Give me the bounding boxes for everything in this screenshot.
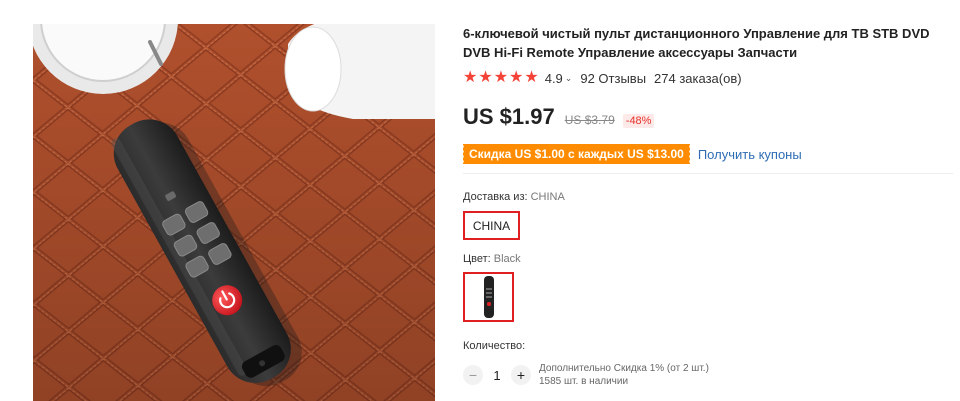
color-label-text: Цвет: xyxy=(463,253,491,265)
current-price: US $1.97 xyxy=(463,104,555,129)
product-title: 6-ключевой чистый пульт дистанционного У… xyxy=(463,26,930,60)
star-icon: ★ xyxy=(509,69,524,86)
shipping-label-value: CHINA xyxy=(530,191,565,203)
star-icon: ★ xyxy=(463,69,478,86)
discount-badge: -48% xyxy=(622,114,655,128)
star-icon: ★ xyxy=(524,69,539,86)
product-image[interactable] xyxy=(33,24,435,401)
white-cylinder-decoration xyxy=(284,24,435,119)
rating-row: ★ ★ ★ ★ ★ 4.9 ⌄ 92 Отзывы 274 заказа(ов) xyxy=(463,70,953,86)
star-icon: ★ xyxy=(478,69,493,86)
ship-from-option-china[interactable]: CHINA xyxy=(463,211,520,240)
bulk-discount-note: Дополнительно Скидка 1% (от 2 шт.) xyxy=(539,363,709,374)
quantity-info: Дополнительно Скидка 1% (от 2 шт.) 1585 … xyxy=(539,362,709,388)
chevron-down-icon[interactable]: ⌄ xyxy=(565,73,573,84)
coupon-row: Скидка US $1.00 с каждых US $13.00 Получ… xyxy=(462,144,953,164)
product-photo-svg xyxy=(33,24,435,401)
color-label-value: Black xyxy=(493,253,521,265)
rating-stars[interactable]: ★ ★ ★ ★ ★ xyxy=(463,70,539,86)
reviews-link[interactable]: 92 Отзывы xyxy=(580,71,646,86)
quantity-value[interactable]: 1 xyxy=(483,368,511,383)
quantity-increase-button[interactable]: + xyxy=(511,365,531,385)
remote-thumbnail-icon xyxy=(483,276,494,318)
rating-value[interactable]: 4.9 xyxy=(545,71,563,86)
stock-count: 1585 шт. в наличии xyxy=(539,376,629,387)
quantity-stepper: − 1 + Дополнительно Скидка 1% (от 2 шт.)… xyxy=(463,362,709,388)
old-price: US $3.79 xyxy=(564,113,615,127)
orders-count: 274 заказа(ов) xyxy=(654,70,742,86)
quantity-decrease-button[interactable]: − xyxy=(463,365,483,385)
star-icon: ★ xyxy=(493,69,509,86)
product-info: 6-ключевой чистый пульт дистанционного У… xyxy=(462,24,953,164)
color-label: Цвет: Black xyxy=(463,253,521,265)
color-option-black[interactable] xyxy=(463,272,514,322)
get-coupons-link[interactable]: Получить купоны xyxy=(698,147,802,162)
coupon-badge: Скидка US $1.00 с каждых US $13.00 xyxy=(462,144,690,164)
quantity-label: Количество: xyxy=(463,340,526,352)
price-row: US $1.97 US $3.79 -48% xyxy=(463,104,953,130)
shipping-label-text: Доставка из: xyxy=(463,191,528,203)
shipping-label: Доставка из: CHINA xyxy=(463,191,565,203)
divider xyxy=(463,173,953,174)
